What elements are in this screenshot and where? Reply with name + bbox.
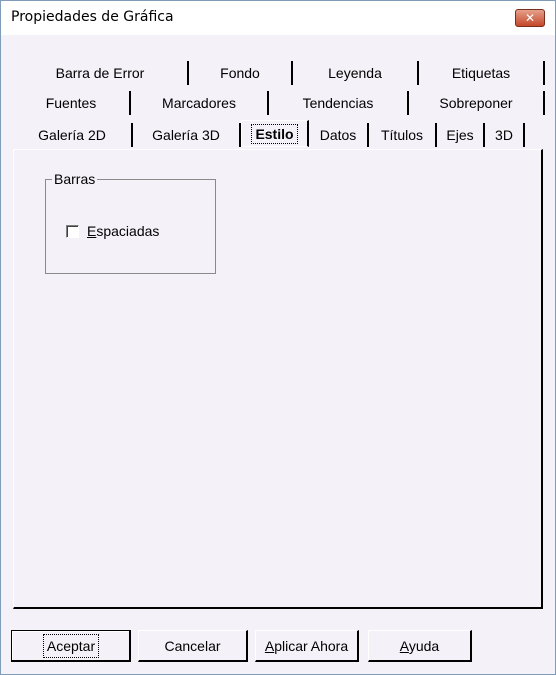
tab-marcadores[interactable]: Marcadores: [131, 91, 269, 115]
barras-groupbox: Barras Espaciadas: [45, 171, 216, 274]
espaciadas-option[interactable]: Espaciadas: [66, 223, 159, 239]
close-button[interactable]: ✕: [515, 9, 545, 27]
cancelar-button[interactable]: Cancelar: [138, 630, 248, 662]
tab-barra-de-error[interactable]: Barra de Error: [13, 61, 189, 85]
tab-label: Etiquetas: [451, 65, 511, 81]
tab-leyenda[interactable]: Leyenda: [293, 61, 419, 85]
window-title: Propiedades de Gráfica: [11, 9, 174, 25]
aplicar-ahora-button[interactable]: Aplicar Ahora: [255, 630, 359, 662]
tab-tendencias[interactable]: Tendencias: [269, 91, 409, 115]
aceptar-button[interactable]: Aceptar: [11, 630, 131, 662]
tab-label: Estilo: [251, 123, 298, 144]
groupbox-label: Barras: [52, 171, 98, 187]
tab-label: Sobreponer: [439, 95, 513, 111]
tab-label: Barra de Error: [55, 65, 145, 81]
tab-label: Marcadores: [162, 95, 236, 111]
tab-row-1: Barra de Error Fondo Leyenda Etiquetas: [13, 59, 545, 85]
tab-label: Datos: [319, 127, 357, 143]
tab-label: Títulos: [380, 127, 423, 143]
tab-label: Fuentes: [45, 95, 97, 111]
button-label: Aceptar: [42, 634, 100, 658]
tab-row-2: Fuentes Marcadores Tendencias Sobreponer: [13, 89, 545, 115]
tab-label: Tendencias: [302, 95, 374, 111]
tab-label: Leyenda: [328, 65, 382, 81]
help-mnemonic: A: [399, 637, 409, 654]
tab-label: Ejes: [446, 127, 474, 143]
espaciadas-label[interactable]: Espaciadas: [87, 223, 159, 239]
apply-mnemonic: A: [264, 637, 275, 654]
tab-ejes[interactable]: Ejes: [437, 123, 485, 147]
properties-dialog: Propiedades de Gráfica ✕ Barra de Error …: [0, 0, 556, 675]
tab-fondo[interactable]: Fondo: [189, 61, 293, 85]
button-label: Ayuda: [400, 638, 439, 654]
tab-estilo[interactable]: Estilo: [241, 120, 309, 147]
help-rest: yuda: [408, 637, 440, 654]
tab-datos[interactable]: Datos: [309, 123, 369, 147]
estilo-panel: Barras Espaciadas: [13, 149, 543, 609]
close-icon: ✕: [524, 11, 536, 25]
tab-3d[interactable]: 3D: [485, 123, 525, 147]
tab-row-3: Galería 2D Galería 3D Estilo Datos Títul…: [13, 120, 525, 147]
apply-rest: plicar Ahora: [274, 637, 349, 654]
tab-label: 3D: [495, 127, 513, 143]
tab-label: Galería 2D: [38, 127, 106, 143]
tab-label: Fondo: [220, 65, 260, 81]
tab-galeria-2d[interactable]: Galería 2D: [13, 123, 133, 147]
button-label: Aplicar Ahora: [265, 638, 348, 654]
title-bar: Propiedades de Gráfica ✕: [1, 1, 555, 35]
button-label: Cancelar: [164, 637, 221, 654]
tab-fuentes[interactable]: Fuentes: [13, 91, 131, 115]
espaciadas-mnemonic: E: [87, 223, 97, 239]
espaciadas-checkbox[interactable]: [66, 224, 79, 238]
tab-sobreponer[interactable]: Sobreponer: [409, 91, 545, 115]
tab-galeria-3d[interactable]: Galería 3D: [133, 123, 241, 147]
tab-etiquetas[interactable]: Etiquetas: [419, 61, 545, 85]
tab-label: Galería 3D: [152, 127, 220, 143]
tab-titulos[interactable]: Títulos: [369, 123, 437, 147]
espaciadas-rest: spaciadas: [96, 223, 160, 239]
ayuda-button[interactable]: Ayuda: [368, 630, 472, 662]
